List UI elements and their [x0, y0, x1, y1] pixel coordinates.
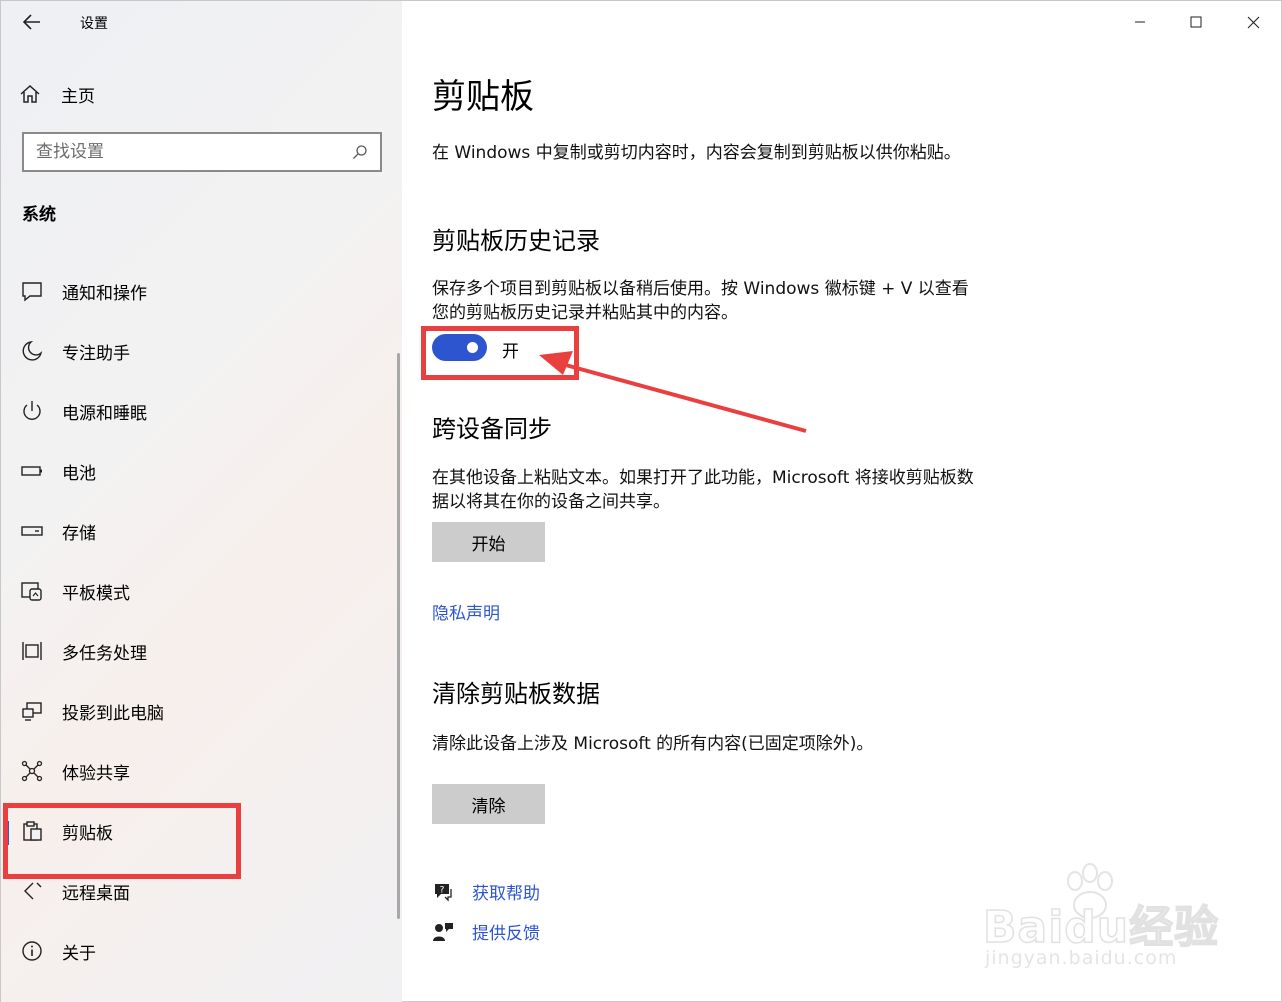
privacy-link[interactable]: 隐私声明	[432, 599, 500, 624]
sidebar-item-label: 关于	[62, 943, 96, 964]
section-title: 系统	[22, 205, 56, 225]
sidebar-item-about[interactable]: 关于	[1, 925, 399, 977]
sidebar-item-tablet-mode[interactable]: 平板模式	[1, 565, 399, 617]
clear-desc: 清除此设备上涉及 Microsoft 的所有内容(已固定项除外)。	[432, 734, 874, 754]
history-heading: 剪贴板历史记录	[432, 227, 600, 255]
sidebar-item-label: 专注助手	[62, 343, 130, 364]
clear-button[interactable]: 清除	[432, 784, 545, 824]
sidebar-item-label: 电池	[62, 463, 96, 484]
battery-icon	[20, 459, 44, 483]
tablet-mode-icon	[20, 579, 44, 603]
feedback-icon	[432, 921, 454, 943]
title-bar: 设置	[1, 1, 402, 43]
sidebar-item-battery[interactable]: 电池	[1, 445, 399, 497]
main-content: 剪贴板 在 Windows 中复制或剪切内容时，内容会复制到剪贴板以供你粘贴。 …	[432, 1, 1252, 1002]
search-box[interactable]	[22, 132, 382, 172]
page-title: 剪贴板	[432, 77, 534, 117]
highlight-box	[3, 803, 241, 879]
feedback-link[interactable]: 提供反馈	[432, 919, 540, 944]
sidebar-item-label: 通知和操作	[62, 283, 147, 304]
sidebar-item-label: 电源和睡眠	[62, 403, 147, 424]
sidebar-item-home[interactable]: 主页	[19, 79, 95, 109]
home-label: 主页	[61, 86, 95, 107]
sidebar: 设置 主页 系统 通知和操作 专注助手 电源和睡眠 电池	[1, 1, 402, 1002]
sidebar-item-shared-experiences[interactable]: 体验共享	[1, 745, 399, 797]
settings-window: 设置 主页 系统 通知和操作 专注助手 电源和睡眠 电池	[0, 0, 1282, 1002]
multitasking-icon	[20, 639, 44, 663]
annotation-arrow	[539, 351, 807, 433]
sidebar-scrollbar[interactable]	[397, 353, 400, 919]
sidebar-item-label: 投影到此电脑	[62, 703, 164, 724]
search-input[interactable]	[36, 142, 352, 162]
sidebar-item-focus-assist[interactable]: 专注助手	[1, 325, 399, 377]
sidebar-item-label: 体验共享	[62, 763, 130, 784]
moon-icon	[20, 339, 44, 363]
get-help-link[interactable]: ? 获取帮助	[432, 879, 540, 904]
sidebar-item-label: 多任务处理	[62, 643, 147, 664]
sidebar-item-storage[interactable]: 存储	[1, 505, 399, 557]
power-icon	[20, 399, 44, 423]
search-icon[interactable]	[352, 144, 368, 160]
back-button[interactable]	[17, 9, 47, 35]
notification-icon	[20, 279, 44, 303]
remote-desktop-icon	[20, 879, 44, 903]
app-title: 设置	[80, 16, 108, 32]
home-icon	[20, 84, 40, 103]
sidebar-item-notifications[interactable]: 通知和操作	[1, 265, 399, 317]
sync-desc-line2: 据以将其在你的设备之间共享。	[432, 492, 670, 512]
sidebar-item-multitasking[interactable]: 多任务处理	[1, 625, 399, 677]
clear-heading: 清除剪贴板数据	[432, 680, 600, 708]
baidu-watermark: Baidu经验 jingyan.baidu.com	[961, 863, 1221, 983]
storage-icon	[20, 519, 44, 543]
info-icon	[20, 939, 44, 963]
sidebar-item-label: 远程桌面	[62, 883, 130, 904]
back-arrow-icon	[23, 14, 40, 30]
watermark-url: jingyan.baidu.com	[985, 947, 1178, 969]
project-icon	[20, 699, 44, 723]
sidebar-item-project[interactable]: 投影到此电脑	[1, 685, 399, 737]
svg-text:?: ?	[440, 885, 445, 895]
sync-desc-line1: 在其他设备上粘贴文本。如果打开了此功能，Microsoft 将接收剪贴板数	[432, 468, 974, 488]
get-help-label: 获取帮助	[472, 884, 540, 904]
sidebar-item-power[interactable]: 电源和睡眠	[1, 385, 399, 437]
sidebar-item-label: 平板模式	[62, 583, 130, 604]
watermark-text: Baidu经验	[982, 901, 1220, 954]
share-icon	[20, 759, 44, 783]
sync-start-button[interactable]: 开始	[432, 522, 545, 562]
history-desc-line2: 您的剪贴板历史记录并粘贴其中的内容。	[432, 303, 738, 323]
intro-text: 在 Windows 中复制或剪切内容时，内容会复制到剪贴板以供你粘贴。	[432, 143, 961, 163]
sidebar-item-label: 存储	[62, 523, 96, 544]
help-chat-icon: ?	[432, 881, 454, 903]
history-desc-line1: 保存多个项目到剪贴板以备稍后使用。按 Windows 徽标键 + V 以查看	[432, 279, 969, 299]
feedback-label: 提供反馈	[472, 924, 540, 944]
